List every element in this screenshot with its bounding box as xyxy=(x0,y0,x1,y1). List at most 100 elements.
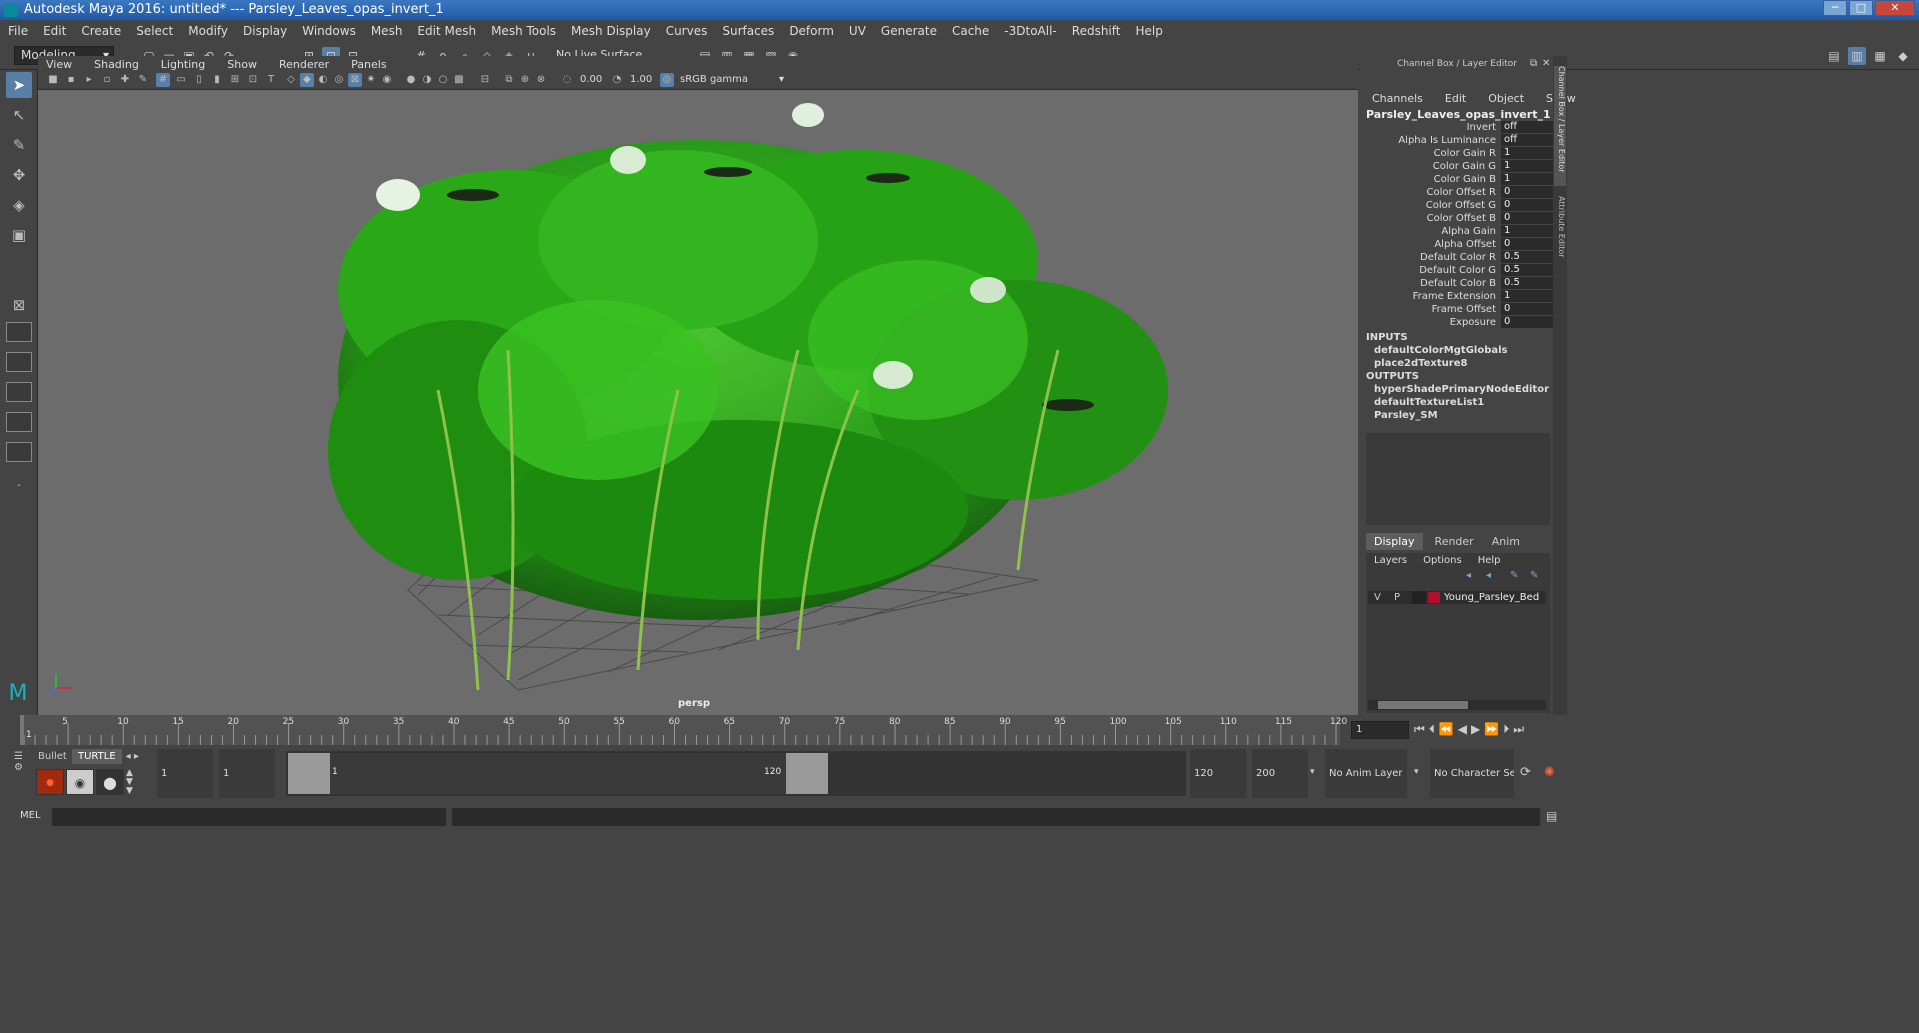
film-gate-icon[interactable]: ▭ xyxy=(174,73,188,87)
step-back-key-icon[interactable]: ⏪ xyxy=(1439,722,1454,737)
xray-components-icon[interactable]: ⊗ xyxy=(534,73,548,87)
outputs-header[interactable]: OUTPUTS xyxy=(1366,371,1419,382)
menu-select[interactable]: Select xyxy=(136,24,173,38)
attr-value[interactable]: 0 xyxy=(1501,238,1553,250)
lasso-tool-icon[interactable]: ↖ xyxy=(6,102,32,128)
camera-attributes-icon[interactable]: ▪ xyxy=(64,73,78,87)
motion-blur-icon[interactable]: ◑ xyxy=(420,73,434,87)
menu-surfaces[interactable]: Surfaces xyxy=(722,24,774,38)
layer-playback-toggle[interactable]: P xyxy=(1394,591,1400,604)
shelf-scroll-icon[interactable]: ◂ ▸ xyxy=(122,749,143,764)
view-transform-select[interactable]: sRGB gamma ▾ xyxy=(676,73,788,88)
tool-settings-icon[interactable]: ▦ xyxy=(1871,47,1889,65)
attr-row[interactable]: Color Gain B 1 xyxy=(1366,173,1553,186)
go-to-start-icon[interactable]: ⏮ xyxy=(1414,722,1425,737)
bookmark-icon[interactable]: ▸ xyxy=(82,73,96,87)
shelf-tab-bullet[interactable]: Bullet xyxy=(34,749,72,764)
safe-action-icon[interactable]: ⊡ xyxy=(246,73,260,87)
depth-of-field-icon[interactable]: ▩ xyxy=(452,73,466,87)
go-to-end-icon[interactable]: ⏭ xyxy=(1513,722,1524,737)
attr-row[interactable]: Frame Offset 0 xyxy=(1366,303,1553,316)
shelf-tab-turtle[interactable]: TURTLE xyxy=(72,749,122,764)
step-forward-frame-icon[interactable]: ⏵ xyxy=(1503,722,1509,737)
side-tab-attribute-editor[interactable]: Attribute Editor xyxy=(1554,196,1566,266)
attr-value[interactable]: off xyxy=(1501,121,1553,133)
layer-menu-help[interactable]: Help xyxy=(1478,555,1501,566)
menu-cache[interactable]: Cache xyxy=(952,24,989,38)
attr-value[interactable]: 1 xyxy=(1501,290,1553,302)
new-layer-selected-icon[interactable]: ✎ xyxy=(1530,570,1538,581)
cb-menu-channels[interactable]: Channels xyxy=(1372,92,1423,105)
panel-menu-panels[interactable]: Panels xyxy=(351,58,386,71)
attr-value[interactable]: 0 xyxy=(1501,199,1553,211)
anti-aliasing-icon[interactable]: ○ xyxy=(436,73,450,87)
attr-value[interactable]: 0 xyxy=(1501,303,1553,315)
layer-color-swatch[interactable] xyxy=(1428,592,1440,603)
attr-row[interactable]: Alpha Offset 0 xyxy=(1366,238,1553,251)
menu-deform[interactable]: Deform xyxy=(789,24,834,38)
move-layer-up-icon[interactable]: ◂ xyxy=(1466,570,1471,581)
move-layer-down-icon[interactable]: ◂ xyxy=(1486,570,1491,581)
attr-value[interactable]: 0.5 xyxy=(1501,264,1553,276)
input-node[interactable]: place2dTexture8 xyxy=(1374,358,1549,369)
current-time-marker[interactable] xyxy=(20,715,24,745)
character-set-select[interactable]: No Character Set xyxy=(1430,749,1514,798)
float-icon[interactable]: ⧉ xyxy=(1530,58,1537,69)
attr-row[interactable]: Exposure 0 xyxy=(1366,316,1553,329)
grid-toggle-icon[interactable]: # xyxy=(156,73,170,87)
attr-row[interactable]: Frame Extension 1 xyxy=(1366,290,1553,303)
range-end-handle[interactable] xyxy=(786,753,828,794)
current-frame-field[interactable]: 1 xyxy=(1351,721,1409,739)
menu-mesh-display[interactable]: Mesh Display xyxy=(571,24,651,38)
maximize-button[interactable]: □ xyxy=(1849,0,1873,16)
auto-key-icon[interactable]: ⟳ xyxy=(1520,765,1531,780)
attr-row[interactable]: Default Color R 0.5 xyxy=(1366,251,1553,264)
cb-menu-object[interactable]: Object xyxy=(1488,92,1524,105)
range-start-field[interactable]: 1 xyxy=(157,749,213,798)
screen-space-ao-icon[interactable]: ● xyxy=(404,73,418,87)
attr-value[interactable]: 1 xyxy=(1501,147,1553,159)
layer-menu-layers[interactable]: Layers xyxy=(1374,555,1407,566)
2d-pan-zoom-icon[interactable]: ✚ xyxy=(118,73,132,87)
shelf-menu-icon[interactable]: ☰ ⚙ xyxy=(14,751,28,797)
range-start-handle[interactable] xyxy=(288,753,330,794)
animation-prefs-icon[interactable]: ✺ xyxy=(1544,765,1555,780)
attr-value[interactable]: off xyxy=(1501,134,1553,146)
smooth-shade-icon[interactable]: ◆ xyxy=(300,73,314,87)
shadows-icon[interactable]: ◉ xyxy=(380,73,394,87)
more-layouts-icon[interactable]: - xyxy=(6,472,32,498)
resolution-gate-icon[interactable]: ▯ xyxy=(192,73,206,87)
rotate-tool-icon[interactable]: ◈ xyxy=(6,192,32,218)
play-forwards-icon[interactable]: ▶ xyxy=(1471,722,1480,737)
tab-render[interactable]: Render xyxy=(1423,533,1486,550)
attr-row[interactable]: Default Color B 0.5 xyxy=(1366,277,1553,290)
close-button[interactable]: ✕ xyxy=(1875,0,1915,16)
color-management-icon[interactable]: ◎ xyxy=(660,73,674,87)
menu-edit-mesh[interactable]: Edit Mesh xyxy=(417,24,476,38)
attr-value[interactable]: 1 xyxy=(1501,160,1553,172)
inputs-header[interactable]: INPUTS xyxy=(1366,332,1408,343)
menu-3dtoall[interactable]: -3DtoAll- xyxy=(1004,24,1056,38)
attr-value[interactable]: 0 xyxy=(1501,316,1553,328)
move-tool-icon[interactable]: ✥ xyxy=(6,162,32,188)
paint-select-icon[interactable]: ✎ xyxy=(6,132,32,158)
layer-row[interactable]: V P Young_Parsley_Bed xyxy=(1368,591,1546,604)
modeling-toolkit-icon[interactable]: ◆ xyxy=(1894,47,1912,65)
channel-box-toggle-icon[interactable]: ▥ xyxy=(1848,47,1866,65)
chevron-down-icon[interactable]: ▾ xyxy=(1414,767,1419,777)
camera-select-icon[interactable]: ■ xyxy=(46,73,60,87)
script-editor-icon[interactable]: ▤ xyxy=(1546,809,1557,823)
step-forward-key-icon[interactable]: ⏩ xyxy=(1484,722,1499,737)
output-node[interactable]: hyperShadePrimaryNodeEditorSavedT... xyxy=(1374,384,1549,395)
perspective-viewport[interactable]: persp xyxy=(38,90,1358,715)
attr-row[interactable]: Color Gain G 1 xyxy=(1366,160,1553,173)
output-node[interactable]: defaultTextureList1 xyxy=(1374,397,1549,408)
anim-start-field[interactable]: 1 xyxy=(219,749,275,798)
tab-anim[interactable]: Anim xyxy=(1486,533,1526,550)
wireframe-on-shaded-icon[interactable]: ◎ xyxy=(332,73,346,87)
menu-mesh-tools[interactable]: Mesh Tools xyxy=(491,24,556,38)
attr-value[interactable]: 0 xyxy=(1501,212,1553,224)
menu-display[interactable]: Display xyxy=(243,24,287,38)
side-tab-channel-box[interactable]: Channel Box / Layer Editor xyxy=(1554,66,1566,186)
attr-row[interactable]: Color Offset B 0 xyxy=(1366,212,1553,225)
